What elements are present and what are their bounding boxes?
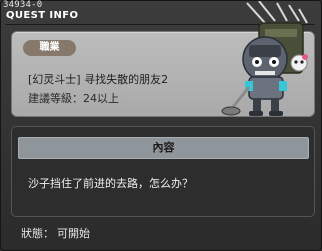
- quest-name: [幻灵斗士] 寻找失散的朋友2: [28, 73, 169, 86]
- job-tag: 職業: [23, 40, 76, 56]
- required-level: 建議等級：24以上: [28, 92, 119, 105]
- content-text: 沙子挡住了前进的去路，怎么办？: [28, 177, 193, 190]
- quest-info-window: 34934-0 QUEST INFO 職業 [幻灵斗士] 寻找失散的朋友2 建議…: [0, 0, 322, 251]
- window-title: QUEST INFO: [6, 10, 79, 21]
- quest-id: 34934-0: [3, 0, 43, 10]
- status-value: 可開始: [57, 227, 90, 240]
- status-label: 狀態：: [21, 227, 54, 240]
- robot-npc-icon: [221, 1, 308, 116]
- quest-content-panel: 內容 沙子挡住了前进的去路，怎么办？: [11, 126, 315, 217]
- content-header: 內容: [18, 137, 309, 159]
